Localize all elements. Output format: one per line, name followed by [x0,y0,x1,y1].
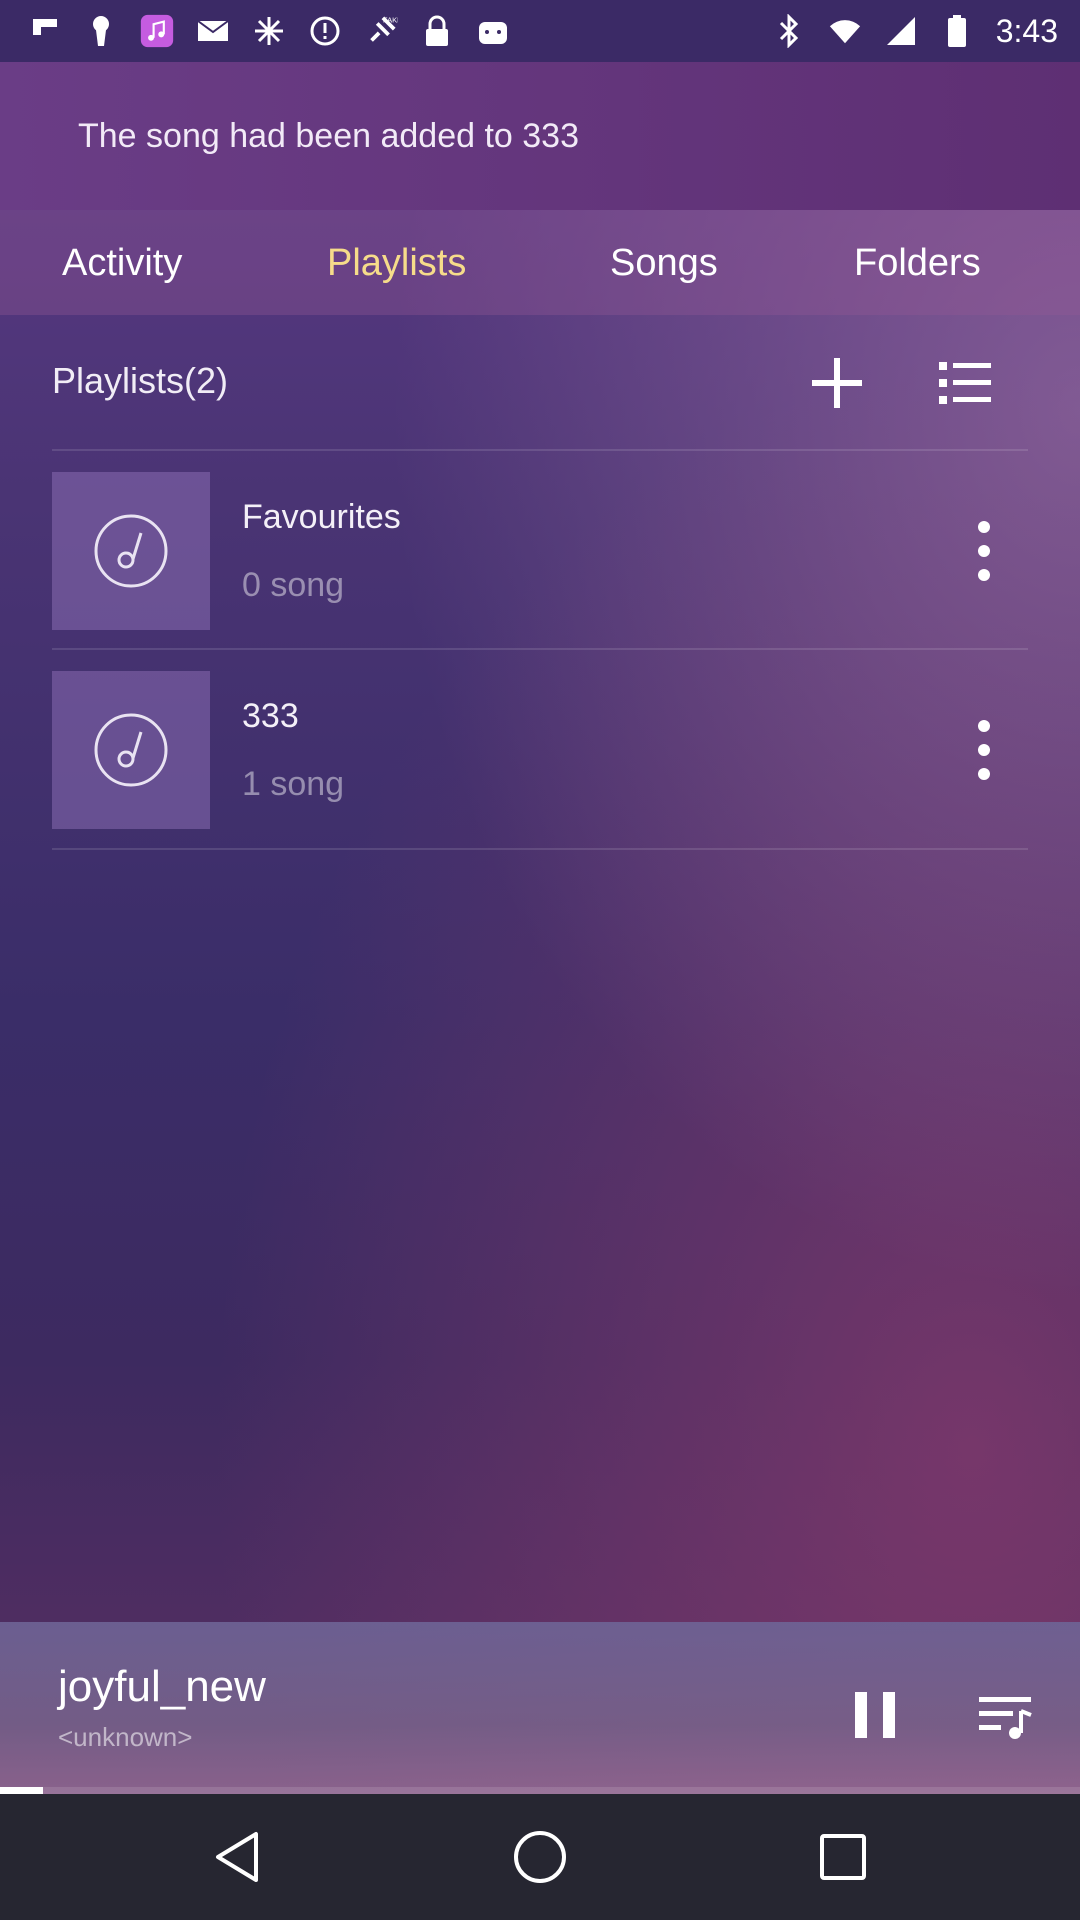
wifi-icon [828,14,862,48]
recents-square-icon [820,1834,866,1880]
tab-playlists[interactable]: Playlists [327,242,466,285]
home-button[interactable] [505,1822,575,1892]
now-playing-bar[interactable]: joyful_new <unknown> [0,1622,1080,1794]
more-options-button[interactable] [952,516,1016,586]
divider [52,648,1028,650]
bluetooth-icon [772,14,806,48]
playlist-queue-icon [979,1697,1032,1739]
playlist-song-count: 0 song [242,566,345,604]
playlist-name: Favourites [242,498,401,536]
music-note-disc-icon [94,514,168,588]
playlist-item-333[interactable]: 333 1 song [52,671,1028,829]
divider [52,449,1028,451]
android-icon [476,14,510,48]
status-bar: FAKE 3:43 [0,0,1080,62]
playlist-menu-button[interactable] [930,348,1000,418]
plus-icon [812,358,862,408]
music-app-icon [140,14,174,48]
keyhole-icon [84,14,118,48]
tab-activity[interactable]: Activity [62,242,182,285]
playlist-thumbnail [52,671,210,829]
settings-burst-icon [252,14,286,48]
more-vert-icon [978,521,990,581]
playlist-item-favourites[interactable]: Favourites 0 song [52,472,1028,630]
track-artist: <unknown> [58,1722,193,1752]
snackbar: The song had been added to 333 [0,62,1080,210]
playlist-name: 333 [242,697,299,735]
navigation-bar [0,1794,1080,1920]
add-playlist-button[interactable] [802,348,872,418]
divider [52,848,1028,850]
queue-button[interactable] [972,1684,1038,1750]
playlist-thumbnail [52,472,210,630]
more-options-button[interactable] [952,715,1016,785]
background [0,62,1080,1794]
recents-button[interactable] [808,1822,878,1892]
list-icon [939,362,991,404]
lock-icon [420,14,454,48]
playlist-song-count: 1 song [242,765,345,803]
svg-text:FAKE: FAKE [383,16,398,25]
back-button[interactable] [202,1822,272,1892]
alert-icon [308,14,342,48]
flipboard-icon [28,14,62,48]
clock: 3:43 [995,12,1058,49]
signal-icon [884,14,918,48]
pause-button[interactable] [842,1682,908,1748]
playback-progress-bar[interactable] [0,1787,1080,1794]
mail-icon [196,14,230,48]
pause-icon [855,1692,895,1738]
track-title: joyful_new [58,1662,266,1711]
fake-gps-icon: FAKE [364,14,398,48]
playlists-count-title: Playlists(2) [52,360,229,401]
more-vert-icon [978,720,990,780]
back-triangle-icon [216,1832,258,1882]
tab-bar: Activity Playlists Songs Folders [0,210,1080,315]
home-circle-icon [514,1831,566,1883]
battery-icon [940,14,974,48]
tab-songs[interactable]: Songs [610,242,718,285]
playback-progress-fill [0,1787,44,1794]
music-note-disc-icon [94,713,168,787]
tab-folders[interactable]: Folders [854,242,981,285]
snackbar-message: The song had been added to 333 [78,116,579,155]
